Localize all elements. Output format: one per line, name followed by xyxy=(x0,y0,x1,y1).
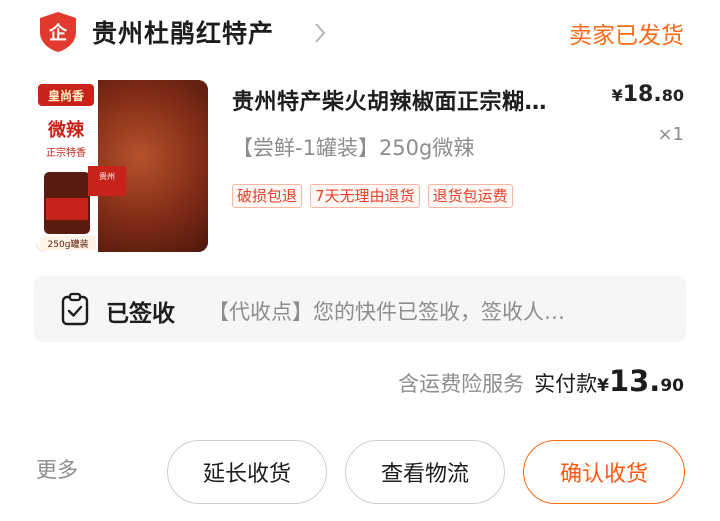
shipping-insurance-label: 含运费险服务 xyxy=(398,372,525,396)
product-title[interactable]: 贵州特产柴火胡辣椒面正宗糊… xyxy=(232,84,604,116)
order-status: 卖家已发货 xyxy=(569,23,684,49)
store-logo-text: 企 xyxy=(48,22,68,44)
amount-paid-currency: ¥ xyxy=(597,376,609,396)
clipboard-check-icon xyxy=(61,292,89,326)
view-logistics-button[interactable]: 查看物流 xyxy=(345,440,505,504)
logistics-summary[interactable]: 已签收 【代收点】您的快件已签收，签收人… xyxy=(34,276,686,342)
order-card: 企 贵州杜鹃红特产 卖家已发货 皇尚香 微辣 正宗特香 贵州 250g罐装 贵州… xyxy=(0,0,720,521)
product-image-subtagline: 正宗特香 xyxy=(46,146,86,159)
extend-receipt-button[interactable]: 延长收货 xyxy=(167,440,327,504)
chevron-right-icon[interactable] xyxy=(312,20,328,46)
price-decimal: 80 xyxy=(661,86,684,105)
more-button[interactable]: 更多 xyxy=(36,454,78,484)
price-currency: ¥ xyxy=(611,86,623,105)
amount-paid-label: 实付款 xyxy=(534,372,598,396)
store-name[interactable]: 贵州杜鹃红特产 xyxy=(92,14,274,50)
confirm-receipt-button[interactable]: 确认收货 xyxy=(523,440,685,504)
tag-7day-return: 7天无理由退货 xyxy=(310,184,420,208)
logistics-status: 已签收 xyxy=(106,301,175,327)
tag-return-shipping: 退货包运费 xyxy=(427,184,513,208)
tag-damage-refund: 破损包退 xyxy=(232,184,303,208)
product-image[interactable]: 皇尚香 微辣 正宗特香 贵州 250g罐装 xyxy=(36,80,208,252)
amount-paid-integer: 13. xyxy=(608,364,661,398)
product-quantity: ×1 xyxy=(657,124,684,145)
product-image-tagline: 微辣 xyxy=(47,119,85,141)
store-badge-icon[interactable]: 企 xyxy=(36,10,80,54)
amount-paid-decimal: 90 xyxy=(660,376,684,396)
product-price: ¥18.80 xyxy=(612,82,684,107)
service-tags: 破损包退 7天无理由退货 退货包运费 xyxy=(232,184,513,208)
product-image-weight: 250g罐装 xyxy=(48,238,89,250)
logistics-detail: 【代收点】您的快件已签收，签收人… xyxy=(208,300,565,324)
payment-summary: 含运费险服务 实付款 ¥ 13. 90 xyxy=(398,364,684,398)
product-image-brand: 皇尚香 xyxy=(48,88,84,103)
product-image-region: 贵州 xyxy=(99,171,115,181)
product-variant: 【尝鲜-1罐装】250g微辣 xyxy=(232,136,475,160)
price-integer: 18. xyxy=(622,82,662,107)
